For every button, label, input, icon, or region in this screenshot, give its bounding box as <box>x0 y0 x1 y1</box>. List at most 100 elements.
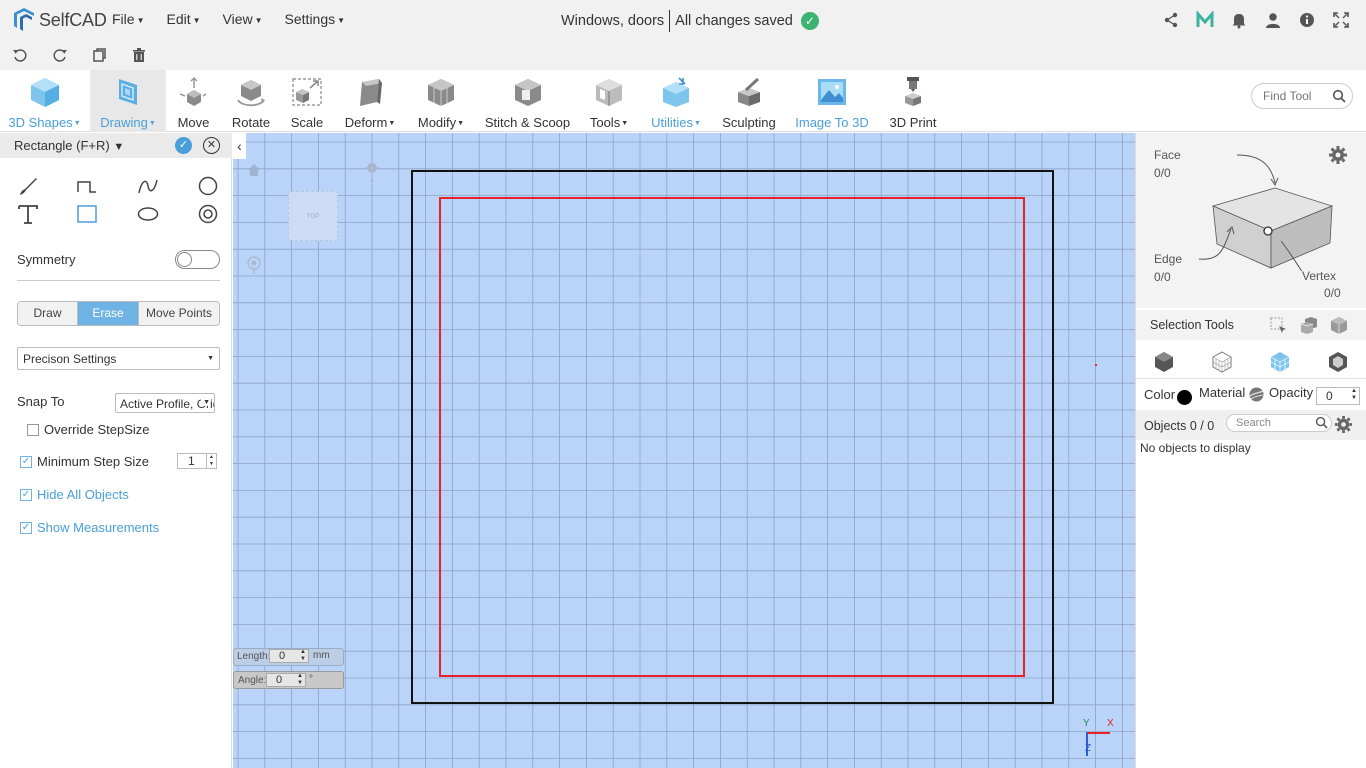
tool-sculpting[interactable]: Sculpting <box>720 70 778 132</box>
bell-icon[interactable] <box>1230 11 1248 29</box>
edge-count: 0/0 <box>1154 270 1171 284</box>
ellipse-icon[interactable] <box>137 203 159 225</box>
confirm-button[interactable]: ✓ <box>175 137 192 154</box>
hide-objects-checkbox[interactable]: ✓ <box>20 489 32 501</box>
divider <box>17 280 220 281</box>
collapse-panel-button[interactable]: ‹ <box>233 133 246 159</box>
xray-view-icon[interactable] <box>1327 351 1349 373</box>
length-input-group: Length: 0 ▲ ▼ mm <box>233 648 344 666</box>
erase-mode-button[interactable]: Erase <box>78 302 139 325</box>
inner-rectangle[interactable] <box>439 197 1025 677</box>
precision-settings-dropdown[interactable]: Precison Settings ▼ <box>17 347 220 370</box>
m-brand-icon[interactable] <box>1196 11 1214 29</box>
tool-deform[interactable]: Deform▼ <box>339 70 401 132</box>
angle-input[interactable]: 0 ▲ ▼ <box>266 673 306 687</box>
tool-tools[interactable]: Tools▼ <box>585 70 633 132</box>
tool-scale[interactable]: Scale <box>285 70 329 132</box>
close-button[interactable]: ✕ <box>203 137 220 154</box>
solid-view-icon[interactable] <box>1153 351 1175 373</box>
show-measurements-checkbox[interactable]: ✓ <box>20 522 32 534</box>
find-tool-input[interactable] <box>1263 89 1333 103</box>
view-cube[interactable]: TOP <box>288 191 338 241</box>
select-all-icon[interactable] <box>1329 316 1349 335</box>
draw-mode-button[interactable]: Draw <box>18 302 78 325</box>
circle-icon[interactable] <box>197 175 219 197</box>
minimum-step-checkbox[interactable]: ✓ <box>20 456 32 468</box>
tool-options-panel: Rectangle (F+R) ▼ ✓ ✕ Symmetry Draw Eras… <box>0 133 232 768</box>
opacity-label: Opacity <box>1269 385 1314 400</box>
color-material-opacity-row: Color Material Opacity 0 ▲ ▼ <box>1136 379 1366 409</box>
search-icon[interactable] <box>1315 416 1328 429</box>
tool-move[interactable]: Move <box>170 70 217 132</box>
trash-icon[interactable] <box>131 47 147 63</box>
document-title-area: Windows, doors All changes saved ✓ <box>561 10 819 32</box>
edge-label[interactable]: Edge <box>1154 252 1182 266</box>
menu-file[interactable]: File ▼ <box>112 11 144 27</box>
color-swatch[interactable] <box>1177 390 1192 405</box>
color-label: Color <box>1144 387 1176 402</box>
tool-modify[interactable]: Modify▼ <box>412 70 470 132</box>
tool-stitch-scoop[interactable]: Stitch & Scoop <box>483 70 572 132</box>
face-count: 0/0 <box>1154 166 1171 180</box>
tools-icon <box>596 79 622 106</box>
user-icon[interactable] <box>1264 11 1282 29</box>
check-icon: ✓ <box>800 12 819 30</box>
mode-segmented-control: Draw Erase Move Points <box>17 301 220 326</box>
move-icon <box>179 76 206 106</box>
length-input[interactable]: 0 ▲ ▼ <box>269 649 309 663</box>
printer-icon <box>905 77 921 106</box>
tool-drawing[interactable]: Drawing▼ <box>90 70 166 132</box>
undo-icon[interactable] <box>12 47 28 63</box>
selfcad-logo-icon <box>14 8 34 31</box>
text-icon[interactable] <box>17 203 39 225</box>
menu-view[interactable]: View ▼ <box>223 11 263 27</box>
light-icon[interactable] <box>364 160 380 184</box>
override-stepsize-checkbox[interactable] <box>27 424 39 436</box>
tool-3d-print[interactable]: 3D Print <box>885 70 941 132</box>
snap-to-label: Snap To <box>17 394 65 409</box>
redo-icon[interactable] <box>52 47 68 63</box>
box-select-icon[interactable] <box>1270 317 1288 335</box>
search-icon[interactable] <box>1332 89 1346 103</box>
app-logo[interactable]: SelfCAD <box>12 7 107 33</box>
override-stepsize-label: Override StepSize <box>44 422 150 437</box>
home-icon[interactable] <box>247 163 261 177</box>
mesh-view-icon[interactable] <box>1269 351 1291 373</box>
minimum-step-stepper[interactable]: 1 ▲ ▼ <box>177 453 217 469</box>
gear-icon[interactable] <box>1334 415 1353 434</box>
target-icon[interactable] <box>246 255 262 275</box>
fullscreen-icon[interactable] <box>1332 11 1350 29</box>
material-sphere-icon[interactable] <box>1249 387 1264 402</box>
document-title[interactable]: Windows, doors <box>561 13 664 29</box>
info-icon[interactable] <box>1298 11 1316 29</box>
move-points-button[interactable]: Move Points <box>139 302 219 325</box>
cube-icon <box>30 78 59 107</box>
vertex-label[interactable]: Vertex <box>1302 269 1336 283</box>
wireframe-view-icon[interactable] <box>1211 351 1233 373</box>
menu-edit[interactable]: Edit ▼ <box>166 11 200 27</box>
rectangle-icon[interactable] <box>76 203 98 225</box>
ring-icon[interactable] <box>197 203 219 225</box>
tool-image-to-3d[interactable]: Image To 3D <box>794 70 870 132</box>
select-similar-icon[interactable] <box>1299 316 1319 335</box>
copy-icon[interactable] <box>91 47 107 63</box>
tool-3d-shapes[interactable]: 3D Shapes▼ <box>8 70 81 132</box>
tool-rotate[interactable]: Rotate <box>227 70 275 132</box>
axis-gizmo: Y X Z <box>1083 718 1114 758</box>
view-mode-row <box>1136 341 1366 379</box>
curve-icon[interactable] <box>137 175 159 197</box>
viewport-canvas[interactable]: ‹ TOP Length: 0 ▲ ▼ mm Angle: 0 ▲ ▼ ° Y X Z <box>233 133 1135 768</box>
symmetry-toggle[interactable] <box>175 250 220 269</box>
panel-title[interactable]: Rectangle (F+R) ▼ <box>14 138 124 153</box>
face-label[interactable]: Face <box>1154 148 1181 162</box>
brush-icon[interactable] <box>17 175 39 197</box>
share-icon[interactable] <box>1162 11 1180 29</box>
find-tool-field[interactable] <box>1251 83 1353 109</box>
opacity-input[interactable]: 0 ▲ ▼ <box>1316 387 1360 405</box>
snap-to-select[interactable]: Active Profile, Grid ▼ <box>115 393 215 413</box>
polyline-icon[interactable] <box>76 175 98 197</box>
tool-utilities[interactable]: Utilities▼ <box>648 70 704 132</box>
selection-box-icon[interactable] <box>1191 151 1341 271</box>
menu-settings[interactable]: Settings ▼ <box>285 11 346 27</box>
objects-count: Objects 0 / 0 <box>1144 419 1215 433</box>
